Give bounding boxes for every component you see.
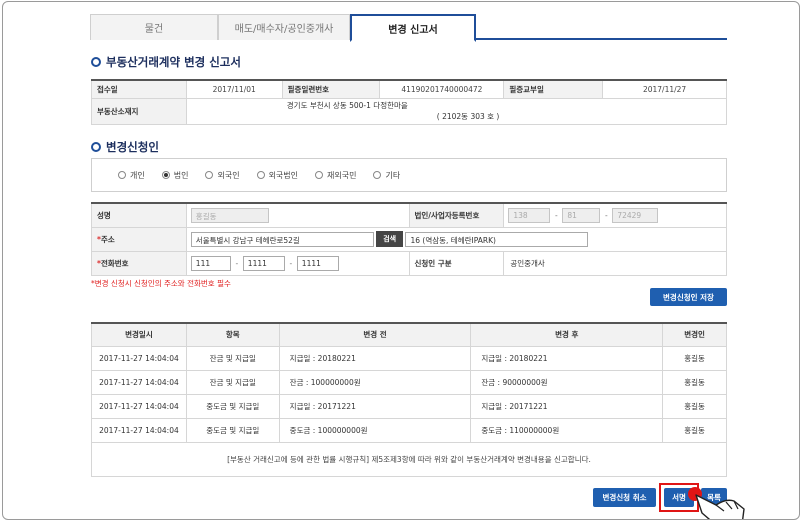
applicant-type-label: 신청인 구분: [408, 250, 505, 276]
declaration-row: [부동산 거래신고에 등에 관한 법률 시행규칙] 제5조제3항에 따라 위와 …: [91, 441, 727, 477]
phone-input-2[interactable]: 1111: [242, 255, 285, 271]
radio-selected-icon: [161, 171, 170, 179]
col-after: 변경 후: [470, 322, 664, 347]
property-unit: ( 2102동 303 호 ): [436, 112, 500, 121]
applicant-section-title: 변경신청인: [91, 139, 159, 155]
phone-label-cell: *전화번호: [91, 250, 187, 276]
col-before: 변경 전: [278, 322, 472, 347]
table-row: 2017-11-27 14:04:04 중도금 및 지급일 지급일 : 2017…: [91, 393, 727, 419]
report-info-table: 접수일 2017/11/01 필증일련번호 41190201740000472 …: [91, 79, 728, 125]
address-search-button[interactable]: 검색: [376, 231, 404, 247]
receipt-date: 2017/11/01: [185, 79, 283, 99]
table-row: 2017-11-27 14:04:04 잔금 및 지급일 지급일 : 20180…: [91, 345, 727, 371]
declaration-text: [부동산 거래신고에 등에 관한 법률 시행규칙] 제5조제3항에 따라 위와 …: [91, 441, 727, 477]
property-address: 경기도 부천시 상동 500-1 다정한마을: [286, 101, 408, 110]
radio-foreigner[interactable]: 외국인: [205, 170, 240, 181]
phone-cell: 111-1111-1111: [185, 250, 410, 276]
cert-no-label: 필증일련번호: [281, 79, 381, 99]
table-row: 2017-11-27 14:04:04 잔금 및 지급일 잔금 : 100000…: [91, 369, 727, 395]
receipt-date-label: 접수일: [91, 79, 187, 99]
table-row: 2017-11-27 14:04:04 중도금 및 지급일 중도금 : 1000…: [91, 417, 727, 443]
address-label: 주소: [100, 234, 115, 244]
applicant-table: 성명 홍길동 법인/사업자등록번호 138-81-72429 *주소 서울특별시…: [91, 202, 728, 276]
name-label: 성명: [91, 202, 187, 228]
pointer-hand-icon: [688, 487, 745, 519]
tab-change-report[interactable]: 변경 신고서: [350, 14, 476, 42]
address-detail-input[interactable]: 16 (역삼동, 테헤란IPARK): [405, 231, 589, 247]
radio-icon: [205, 171, 214, 179]
name-cell: 홍길동: [185, 202, 410, 228]
biz-no-input-1[interactable]: 138: [508, 207, 551, 223]
tab-property[interactable]: 물건: [90, 14, 218, 40]
radio-overseas-korean[interactable]: 재외국민: [315, 170, 356, 181]
cancel-change-button[interactable]: 변경신청 취소: [593, 488, 656, 507]
address-cell: 서울특별시 강남구 테헤란로52길 검색 16 (역삼동, 테헤란IPARK): [185, 226, 728, 252]
circle-bullet-icon: [91, 57, 101, 67]
radio-icon: [256, 171, 265, 179]
history-header-row: 변경일시 항목 변경 전 변경 후 변경인: [91, 322, 727, 347]
biz-no-input-2[interactable]: 81: [562, 207, 601, 223]
name-input[interactable]: 홍길동: [190, 207, 269, 223]
circle-bullet-icon: [91, 142, 101, 152]
radio-icon: [373, 171, 382, 179]
applicant-type-value: 공인중개사: [503, 250, 727, 276]
radio-individual[interactable]: 개인: [118, 170, 145, 181]
radio-foreign-corporation[interactable]: 외국법인: [256, 170, 298, 181]
issue-date: 2017/11/27: [602, 79, 727, 99]
change-history-table: 변경일시 항목 변경 전 변경 후 변경인 2017-11-27 14:04:0…: [91, 322, 727, 477]
report-title: 부동산거래계약 변경 신고서: [106, 55, 241, 69]
biz-no-cell: 138-81-72429: [503, 202, 727, 228]
phone-input-1[interactable]: 111: [190, 255, 231, 271]
radio-icon: [315, 171, 324, 179]
page-frame: 물건 매도/매수자/공인중개사 변경 신고서 부동산거래계약 변경 신고서 접수…: [2, 1, 800, 520]
address-input[interactable]: 서울특별시 강남구 테헤란로52길: [190, 231, 374, 247]
save-applicant-button[interactable]: 변경신청인 저장: [650, 288, 727, 306]
applicant-type-radio-group: 개인 법인 외국인 외국법인 재외국민 기타: [91, 158, 727, 192]
tab-bar: 물건 매도/매수자/공인중개사 변경 신고서: [90, 14, 727, 42]
radio-icon: [118, 171, 126, 179]
tab-parties[interactable]: 매도/매수자/공인중개사: [218, 14, 350, 40]
cert-no: 41190201740000472: [379, 79, 505, 99]
biz-no-label: 법인/사업자등록번호: [408, 202, 505, 228]
col-item: 항목: [185, 322, 280, 347]
radio-corporation[interactable]: 법인: [161, 170, 188, 181]
phone-label: 전화번호: [100, 258, 129, 268]
location-label: 부동산소재지: [91, 97, 187, 125]
property-location: 경기도 부천시 상동 500-1 다정한마을 ( 2102동 303 호 ): [185, 97, 728, 125]
radio-other[interactable]: 기타: [373, 170, 400, 181]
required-notice: *변경 신청시 신청인의 주소와 전화번호 필수: [91, 279, 231, 288]
col-change-time: 변경일시: [91, 322, 187, 347]
issue-date-label: 필증교부일: [503, 79, 604, 99]
col-changer: 변경인: [662, 322, 727, 347]
address-label-cell: *주소: [91, 226, 187, 252]
report-section-title: 부동산거래계약 변경 신고서: [91, 54, 241, 70]
phone-input-3[interactable]: 1111: [296, 255, 339, 271]
applicant-title: 변경신청인: [106, 140, 159, 154]
biz-no-input-3[interactable]: 72429: [612, 207, 659, 223]
